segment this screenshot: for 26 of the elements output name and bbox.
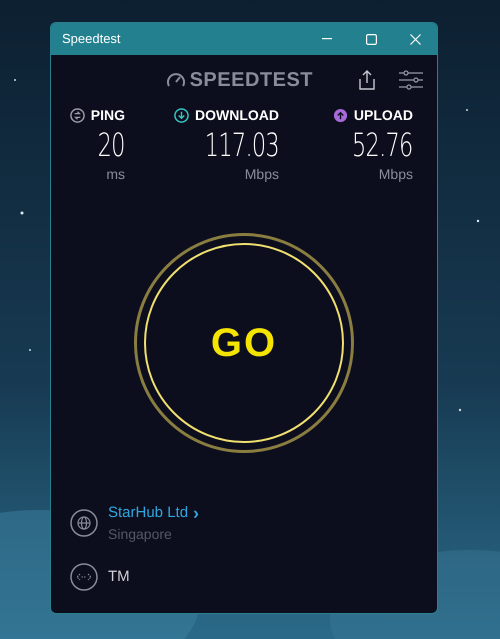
settings-icon [399,70,423,90]
window-title: Speedtest [62,30,122,48]
connection-name: TM [108,566,130,587]
maximize-icon [366,34,376,44]
settings-button[interactable] [399,68,423,92]
metric-value: 20 [98,126,125,164]
server-name: StarHub Ltd [108,502,188,522]
server-link[interactable]: StarHub Ltd › [108,502,200,524]
metric-unit: Mbps [378,165,413,184]
metric-unit: Mbps [244,165,279,184]
chevron-icon: › [193,504,200,522]
metric-value: 117.03 [204,126,279,164]
speedtest-logo: SPEEDTEST [190,68,313,93]
minimize-icon [322,38,332,40]
globe-icon [70,509,98,538]
close-icon [410,34,420,44]
metric-value: 52.76 [352,126,413,164]
share-icon [359,70,375,90]
metric-label: PING [90,106,125,125]
metric-unit: ms [106,165,125,184]
connection-icon [70,563,98,591]
go-button[interactable]: GO [144,243,344,444]
metric-label: UPLOAD [354,106,413,125]
metric-label: DOWNLOAD [195,106,279,125]
server-location: Singapore [108,525,173,544]
gauge-icon [166,71,186,89]
